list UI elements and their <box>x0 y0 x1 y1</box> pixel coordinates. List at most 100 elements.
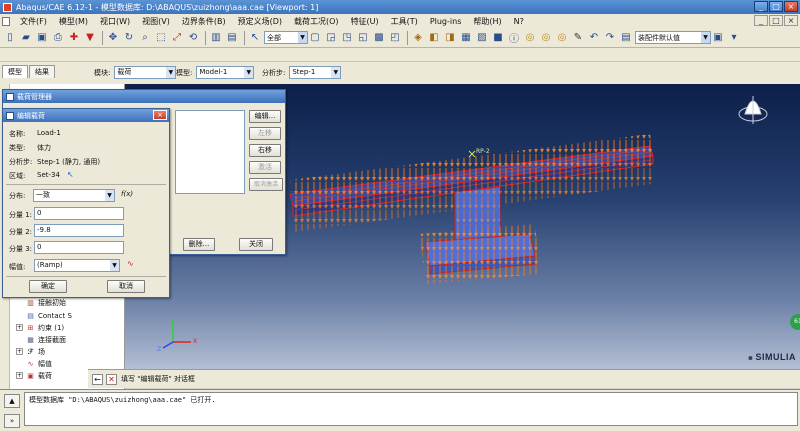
component1-input[interactable]: 0 <box>34 207 124 220</box>
menu-tools[interactable]: 工具(T) <box>385 16 424 27</box>
menu-load-case[interactable]: 载荷工况(O) <box>288 16 345 27</box>
menu-plugins[interactable]: Plug-ins <box>424 17 468 26</box>
simulia-brand: SIMULIA <box>755 352 796 362</box>
menu-file[interactable]: 文件(F) <box>14 16 53 27</box>
back-arrow-icon[interactable]: ← <box>92 373 103 385</box>
ok-button[interactable]: 确定 <box>29 280 67 293</box>
assembly-display-select[interactable]: 装配件默认值 ▼ <box>635 31 711 44</box>
select-mode-icon[interactable]: ◲ <box>324 31 338 45</box>
expand-icon[interactable]: + <box>16 348 23 355</box>
module-select[interactable]: 载荷 ▼ <box>114 66 177 79</box>
expand-icon[interactable]: + <box>16 372 23 379</box>
step-select[interactable]: Step-1 ▼ <box>289 66 342 79</box>
part-display-icon[interactable]: ◎ <box>523 31 537 45</box>
display-group-options-icon[interactable]: ▾ <box>727 31 741 45</box>
tree-item-interaction-init[interactable]: ▥ 接触初始 <box>26 298 66 308</box>
query-table-icon[interactable]: ▤ <box>225 31 239 45</box>
open-folder-icon[interactable]: ▰ <box>19 31 33 45</box>
component2-input[interactable]: -9.8 <box>34 224 124 237</box>
magnify-icon[interactable]: ⌕ <box>138 31 152 45</box>
close-dialog-button[interactable]: 关闭 <box>239 238 273 251</box>
menu-context-help[interactable]: N? <box>508 17 530 26</box>
cancel-button[interactable]: 取消 <box>107 280 145 293</box>
menu-feature[interactable]: 特征(U) <box>345 16 385 27</box>
tree-item-amplitudes[interactable]: ∿ 幅值 <box>26 359 52 369</box>
model-select[interactable]: Model-1 ▼ <box>196 66 255 79</box>
cancel-procedure-icon[interactable]: ✕ <box>106 373 117 385</box>
tab-results[interactable]: 结果 <box>29 65 55 78</box>
maximize-button[interactable]: □ <box>769 1 783 12</box>
display-group-icon[interactable]: ▣ <box>711 31 725 45</box>
instance-display-icon[interactable]: ◎ <box>555 31 569 45</box>
mdi-minimize-button[interactable]: _ <box>754 15 768 26</box>
message-box[interactable]: 模型数据库 "D:\ABAQUS\zuizhong\aaa.cae" 已打开. <box>24 392 798 426</box>
hidden-line-icon[interactable]: ▨ <box>475 31 489 45</box>
command-line-icon[interactable]: » <box>4 414 20 428</box>
select-box-icon[interactable]: ▢ <box>308 31 322 45</box>
tab-model[interactable]: 模型 <box>2 65 28 78</box>
distribution-select[interactable]: 一致 ▼ <box>33 189 115 202</box>
pin-icon[interactable]: ✚ <box>67 31 81 45</box>
distribution-label: 分布: <box>9 192 26 200</box>
iso-view-icon[interactable]: ◈ <box>411 31 425 45</box>
table-icon[interactable]: ▤ <box>619 31 633 45</box>
tree-item-fields[interactable]: ℱ 场 <box>26 347 45 357</box>
shaded-icon[interactable]: ■ <box>491 31 505 45</box>
render-style-icon[interactable]: ◰ <box>388 31 402 45</box>
amplitude-select[interactable]: (Ramp) ▼ <box>34 259 120 272</box>
box-zoom-icon[interactable]: ⬚ <box>154 31 168 45</box>
pan-icon[interactable]: ✥ <box>106 31 120 45</box>
minimize-button[interactable]: _ <box>754 1 768 12</box>
auto-fit-icon[interactable]: ⤢ <box>170 31 184 45</box>
select-from-viewport-icon[interactable]: ◱ <box>356 31 370 45</box>
tree-item-contact[interactable]: ▤ Contact S <box>26 311 72 320</box>
tree-item-constraints[interactable]: ⊞ 约束 (1) <box>26 323 65 333</box>
activate-button[interactable]: 激活 <box>249 161 281 174</box>
menu-help[interactable]: 帮助(H) <box>467 16 507 27</box>
selection-filter-select[interactable]: 全部 ▼ <box>264 31 308 44</box>
undo-icon[interactable]: ↶ <box>587 31 601 45</box>
front-view-icon[interactable]: ◧ <box>427 31 441 45</box>
highlight-icon[interactable]: ▩ <box>372 31 386 45</box>
fx-button[interactable]: f(x) <box>121 190 133 198</box>
menu-bc[interactable]: 边界条件(B) <box>176 16 232 27</box>
context-bar: 模型 结果 模块: 载荷 ▼ 模型: Model-1 ▼ 分析步: Step-1… <box>0 62 800 84</box>
tree-item-connector-sections[interactable]: ▦ 连接截面 <box>26 335 66 345</box>
save-icon[interactable]: ▣ <box>35 31 49 45</box>
close-button[interactable]: × <box>784 1 798 12</box>
wireframe-icon[interactable]: ▦ <box>459 31 473 45</box>
back-view-icon[interactable]: ◨ <box>443 31 457 45</box>
query-icon[interactable]: ▥ <box>209 31 223 45</box>
chevron-down-icon: ▼ <box>166 67 176 78</box>
redo-icon[interactable]: ↷ <box>603 31 617 45</box>
tree-item-loads[interactable]: ▣ 载荷 <box>26 371 52 381</box>
new-file-icon[interactable]: ▯ <box>3 31 17 45</box>
menu-model[interactable]: 模型(M) <box>53 16 94 27</box>
message-toggle-icon[interactable]: ▲ <box>4 394 20 408</box>
menu-view[interactable]: 视图(V) <box>136 16 176 27</box>
delete-button[interactable]: 删除... <box>183 238 215 251</box>
marker-icon[interactable]: ▼ <box>83 31 97 45</box>
info-icon[interactable]: ⓘ <box>507 31 521 45</box>
menu-viewport[interactable]: 视口(W) <box>94 16 136 27</box>
close-icon[interactable]: × <box>153 110 167 120</box>
assembly-display-icon[interactable]: ◎ <box>539 31 553 45</box>
mdi-close-button[interactable]: × <box>784 15 798 26</box>
select-region-arrow-icon[interactable]: ↖ <box>67 170 74 179</box>
create-amplitude-icon[interactable]: ∿ <box>127 259 134 268</box>
menu-predefined-field[interactable]: 预定义场(D) <box>232 16 288 27</box>
move-right-button[interactable]: 右移 <box>249 144 281 157</box>
component3-input[interactable]: 0 <box>34 241 124 254</box>
edit-button[interactable]: 编辑... <box>249 110 281 123</box>
select-options-icon[interactable]: ◳ <box>340 31 354 45</box>
rotate-icon[interactable]: ↻ <box>122 31 136 45</box>
tool-icon[interactable]: ✎ <box>571 31 585 45</box>
deactivate-button[interactable]: 取消激活 <box>249 178 283 191</box>
select-arrow-icon[interactable]: ↖ <box>248 31 262 45</box>
load-list[interactable] <box>175 110 245 194</box>
move-left-button[interactable]: 左移 <box>249 127 281 140</box>
expand-icon[interactable]: + <box>16 324 23 331</box>
print-icon[interactable]: ⎙ <box>51 31 65 45</box>
mdi-restore-button[interactable]: □ <box>769 15 783 26</box>
cycle-view-icon[interactable]: ⟲ <box>186 31 200 45</box>
